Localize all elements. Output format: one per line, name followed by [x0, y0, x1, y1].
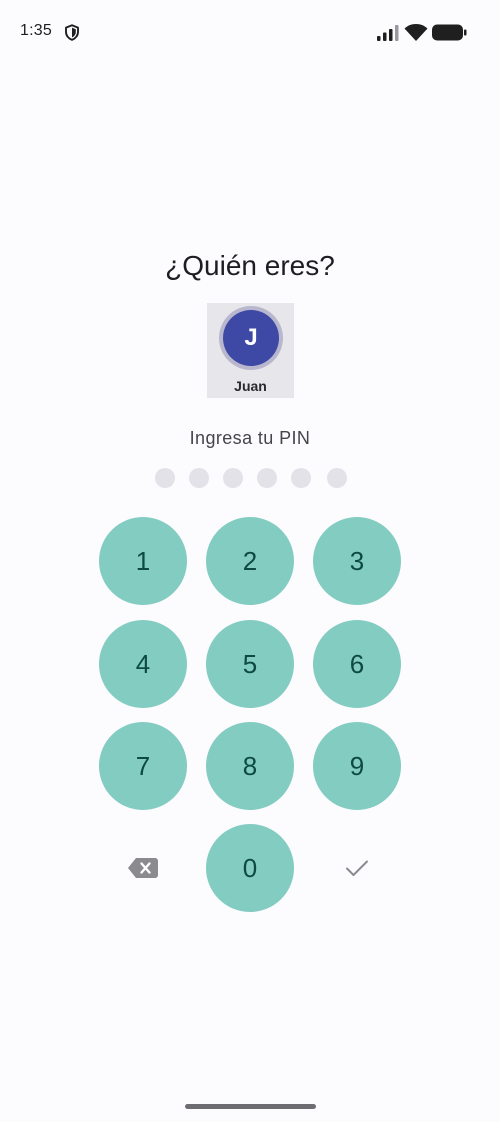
avatar: J [223, 310, 279, 366]
page-title: ¿Quién eres? [165, 250, 335, 281]
pin-dot [291, 468, 311, 488]
status-bar: 1:35 [0, 0, 500, 66]
pin-dot [327, 468, 347, 488]
check-icon [346, 860, 368, 876]
pin-dot [155, 468, 175, 488]
key-3[interactable]: 3 [313, 517, 401, 605]
key-7[interactable]: 7 [99, 722, 187, 810]
home-indicator[interactable] [185, 1104, 316, 1109]
pin-dot [257, 468, 277, 488]
profile-name: Juan [234, 378, 267, 394]
key-4[interactable]: 4 [99, 620, 187, 708]
key-6[interactable]: 6 [313, 620, 401, 708]
backspace-icon [128, 858, 158, 878]
battery-icon [432, 24, 467, 41]
key-5[interactable]: 5 [206, 620, 294, 708]
shield-icon [65, 24, 79, 41]
key-8[interactable]: 8 [206, 722, 294, 810]
key-9[interactable]: 9 [313, 722, 401, 810]
key-1[interactable]: 1 [99, 517, 187, 605]
pin-dot [223, 468, 243, 488]
avatar-ring: J [219, 306, 283, 370]
confirm-button[interactable] [313, 824, 401, 912]
pin-dot [189, 468, 209, 488]
status-time: 1:35 [20, 22, 52, 39]
pin-prompt: Ingresa tu PIN [189, 428, 311, 448]
backspace-button[interactable] [99, 824, 187, 912]
key-0[interactable]: 0 [206, 824, 294, 912]
pin-indicator [155, 468, 347, 488]
wifi-icon [404, 24, 428, 41]
signal-icon [377, 25, 399, 41]
profile-card-juan[interactable]: J Juan [207, 303, 294, 398]
key-2[interactable]: 2 [206, 517, 294, 605]
